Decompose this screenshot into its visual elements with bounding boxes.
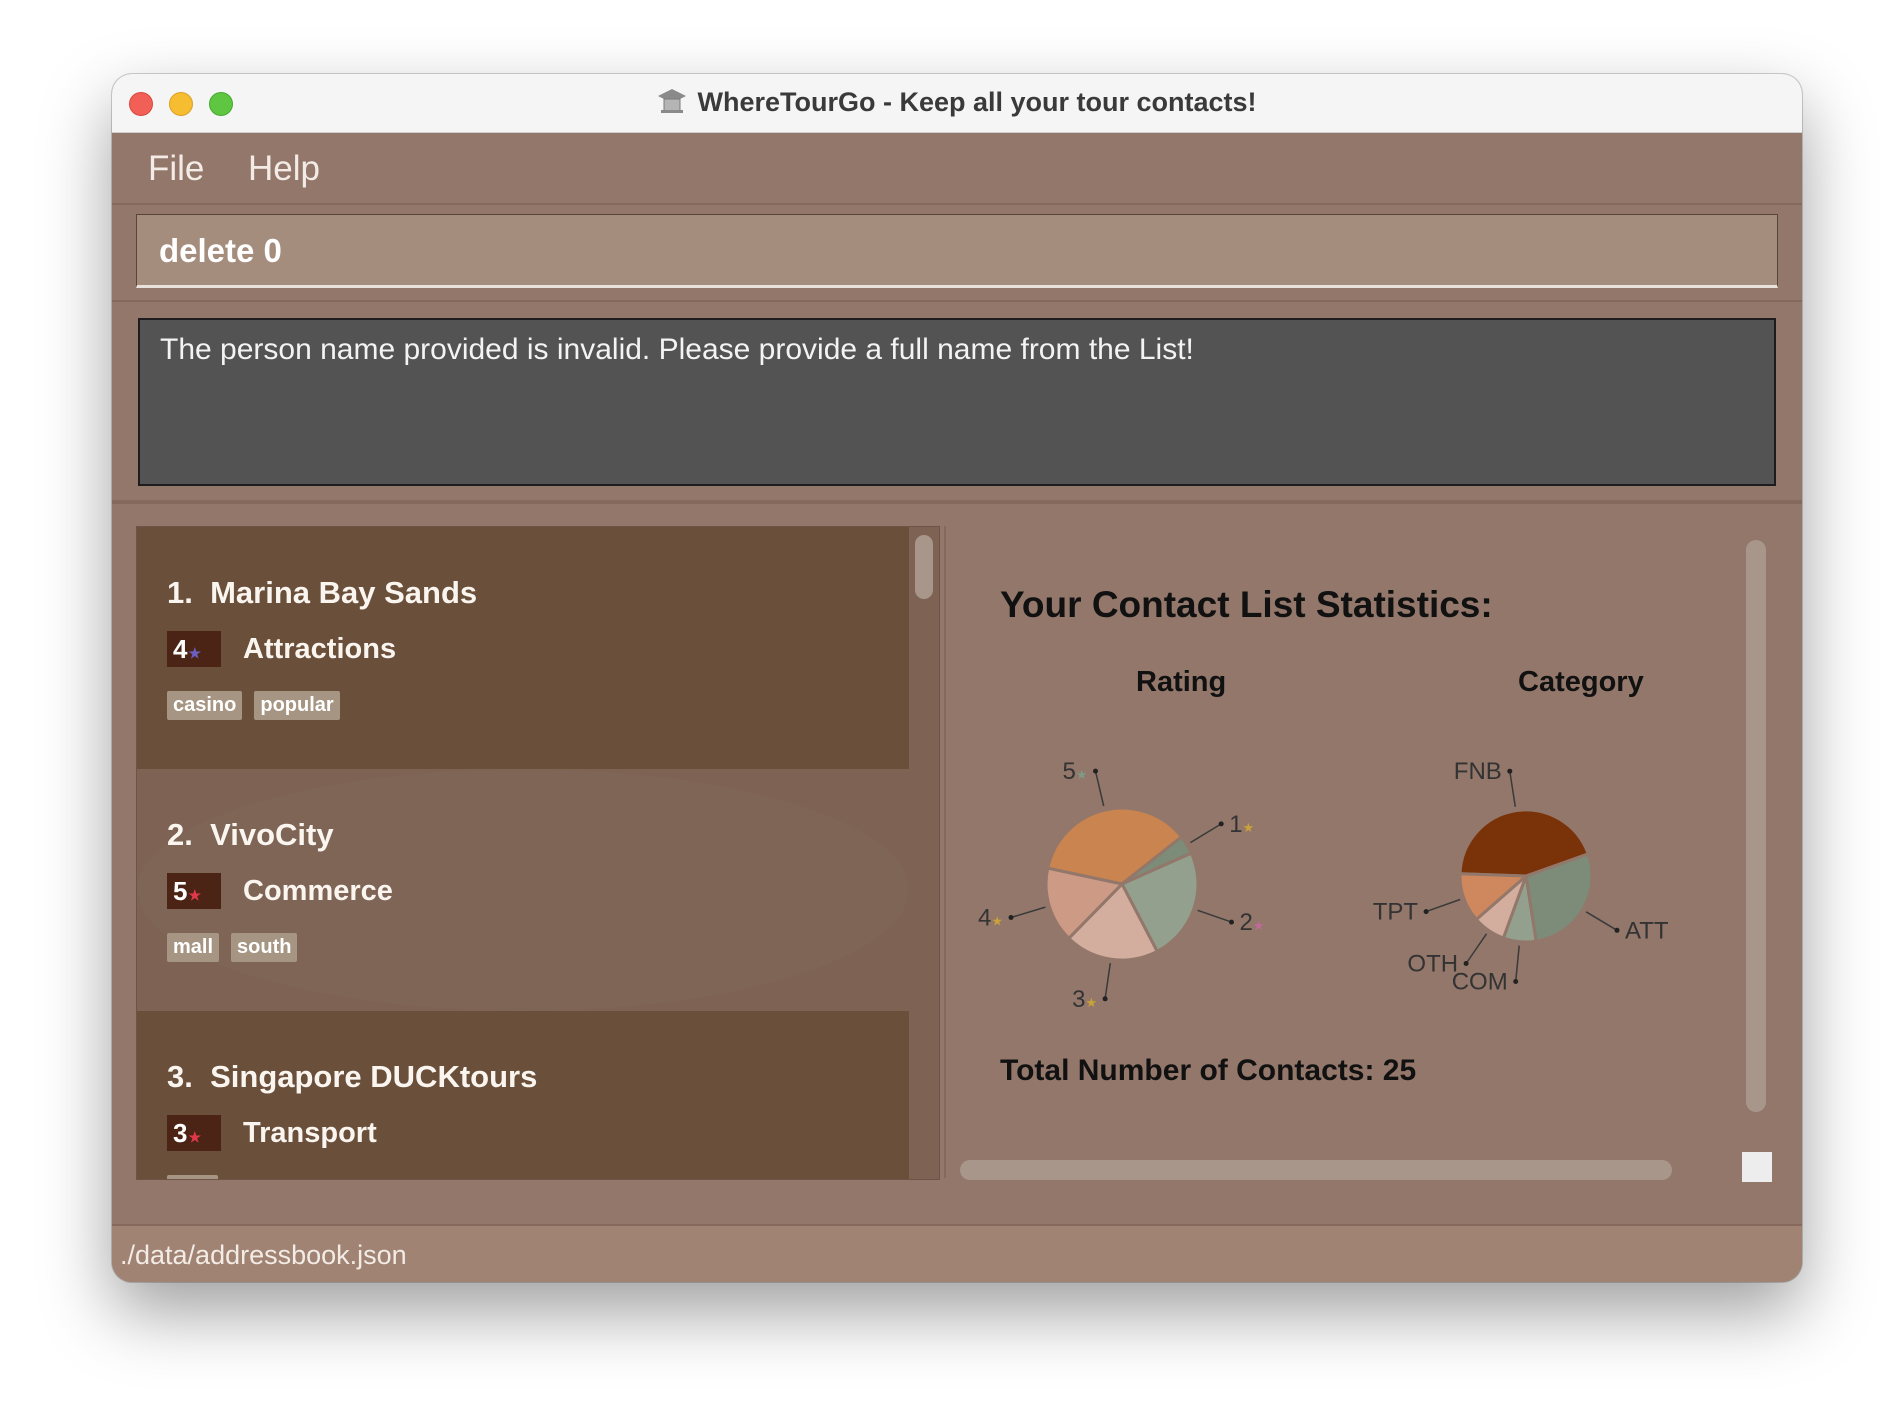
- pie-label-1: 1★: [1229, 811, 1254, 838]
- rating-badge: 3★: [167, 1115, 221, 1151]
- title-bar[interactable]: WhereTourGo - Keep all your tour contact…: [112, 74, 1802, 133]
- list-scrollbar[interactable]: [909, 527, 939, 1179]
- save-file-path: ./data/addressbook.json: [120, 1240, 407, 1270]
- pie-leader-line: [1094, 770, 1105, 807]
- tag: mall: [167, 933, 220, 962]
- pie-leader-dot: [1229, 919, 1234, 925]
- pie-leader-line: [1190, 823, 1222, 844]
- pie-leader-line: [1514, 945, 1520, 982]
- list-scrollbar-thumb[interactable]: [915, 535, 933, 599]
- pie-leader-line: [1104, 962, 1112, 999]
- rating-badge: 4★: [167, 631, 221, 667]
- vertical-scrollbar[interactable]: [1746, 540, 1766, 1112]
- pie-leader-dot: [1102, 996, 1108, 1002]
- horizontal-scrollbar[interactable]: [960, 1160, 1672, 1180]
- contact-card[interactable]: 1. Marina Bay Sands 4★ Attractions casin…: [137, 527, 909, 769]
- contact-list[interactable]: 1. Marina Bay Sands 4★ Attractions casin…: [136, 526, 940, 1180]
- star-icon: ★: [1085, 995, 1097, 1010]
- pie-leader-dot: [1513, 979, 1519, 984]
- app-window: WhereTourGo - Keep all your tour contact…: [112, 74, 1802, 1282]
- rating-pie-chart: 5★ 1★ 2★ 3★ 4★: [978, 758, 1265, 1013]
- tag: south: [231, 933, 298, 962]
- menu-bar: File Help: [112, 133, 1802, 205]
- tag-list: tour: [167, 1175, 230, 1179]
- menu-file[interactable]: File: [148, 149, 204, 189]
- contact-name: 1. Marina Bay Sands: [167, 575, 478, 610]
- pie-leader-line: [1465, 933, 1488, 964]
- contact-card[interactable]: 2. VivoCity 5★ Commerce mall south: [137, 769, 909, 1011]
- tag: tour: [167, 1175, 218, 1179]
- command-input-value: delete 0: [159, 232, 282, 269]
- divider: [112, 500, 1802, 504]
- pie-leader-dot: [1008, 915, 1014, 920]
- total-contacts: Total Number of Contacts: 25: [1000, 1054, 1417, 1087]
- pie-leader-dot: [1507, 768, 1513, 774]
- star-icon: ★: [1076, 767, 1088, 782]
- contact-category: Commerce: [243, 875, 393, 907]
- tag: popular: [254, 691, 340, 720]
- contact-category: Transport: [243, 1117, 377, 1149]
- result-display[interactable]: The person name provided is invalid. Ple…: [138, 318, 1776, 486]
- result-message: The person name provided is invalid. Ple…: [160, 333, 1194, 366]
- pie-leader-dot: [1463, 961, 1469, 966]
- pie-leader-line: [1425, 898, 1461, 913]
- tag-list: mall south: [167, 933, 309, 962]
- divider: [112, 300, 1802, 302]
- contact-card[interactable]: 3. Singapore DUCKtours 3★ Transport tour: [137, 1011, 909, 1179]
- menu-help[interactable]: Help: [248, 149, 320, 189]
- pie-label-4: 4★: [978, 905, 1003, 932]
- contact-name: 2. VivoCity: [167, 817, 334, 852]
- pie-leader-line: [1010, 906, 1046, 919]
- tag: casino: [167, 691, 243, 720]
- pie-label-com: COM: [1452, 969, 1508, 996]
- pie-label-tpt: TPT: [1373, 899, 1419, 926]
- pie-leader-line: [1197, 909, 1232, 923]
- pie-leader-dot: [1218, 821, 1224, 827]
- statistics-charts: 5★ 1★ 2★ 3★ 4★ FNB ATT COMOTH TPT: [978, 758, 1669, 1013]
- pie-label-fnb: FNB: [1454, 758, 1502, 785]
- app-hat-icon: [657, 87, 687, 122]
- pie-label-oth: OTH: [1407, 951, 1458, 978]
- scroll-corner: [1742, 1152, 1772, 1182]
- pie-leader-dot: [1614, 927, 1620, 933]
- command-input[interactable]: delete 0: [136, 214, 1778, 288]
- pie-leader-line: [1585, 911, 1618, 931]
- star-icon: ★: [188, 887, 202, 903]
- pie-leader-dot: [1423, 909, 1429, 915]
- pie-label-att: ATT: [1625, 917, 1669, 944]
- star-icon: ★: [991, 914, 1003, 929]
- status-bar: ./data/addressbook.json: [112, 1226, 1802, 1282]
- pie-leader-line: [1509, 771, 1517, 807]
- contact-category: Attractions: [243, 633, 397, 665]
- pie-label-5: 5★: [1062, 758, 1087, 785]
- tag-list: casino popular: [167, 691, 352, 720]
- star-icon: ★: [188, 645, 202, 661]
- pie-label-2: 2★: [1240, 909, 1265, 936]
- rating-badge: 5★: [167, 873, 221, 909]
- pie-leader-dot: [1093, 768, 1098, 774]
- star-icon: ★: [1253, 918, 1265, 933]
- contact-name: 3. Singapore DUCKtours: [167, 1059, 538, 1094]
- star-icon: ★: [1243, 820, 1255, 835]
- category-pie-chart: FNB ATT COMOTH TPT: [1373, 758, 1669, 995]
- pie-label-3: 3★: [1072, 986, 1097, 1013]
- star-icon: ★: [188, 1129, 202, 1145]
- window-title-container: WhereTourGo - Keep all your tour contact…: [112, 87, 1802, 122]
- window-title: WhereTourGo - Keep all your tour contact…: [697, 87, 1257, 117]
- statistics-panel[interactable]: Your Contact List Statistics: Rating Cat…: [944, 526, 1780, 1182]
